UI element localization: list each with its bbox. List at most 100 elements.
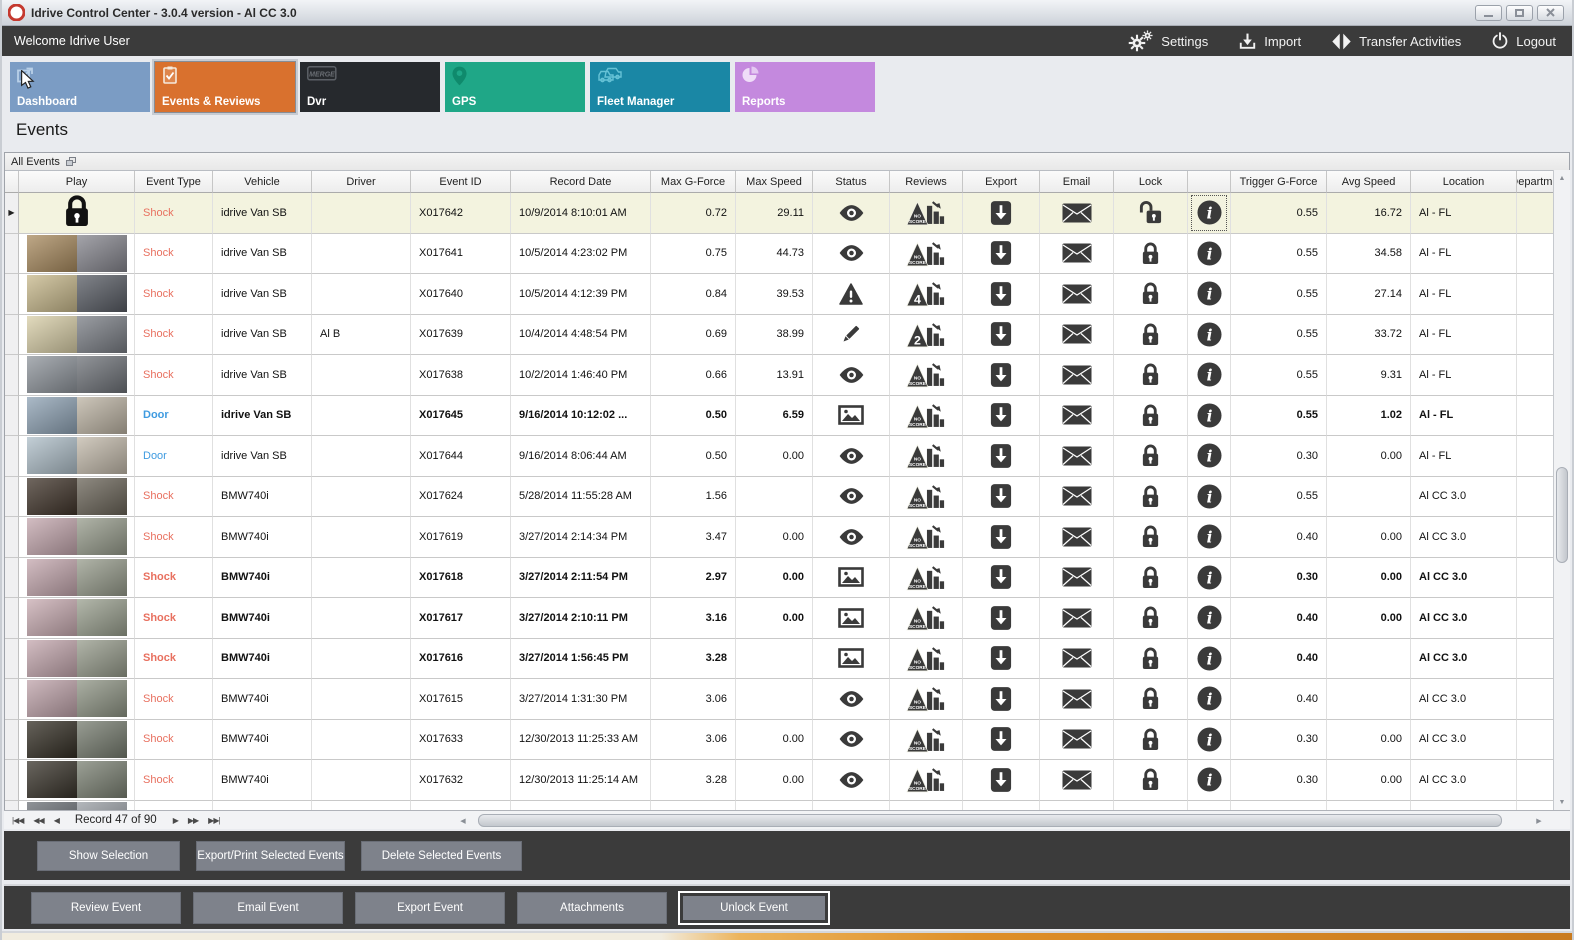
status-cell[interactable] (813, 274, 890, 315)
reviews-cell[interactable]: NO SCORE (890, 517, 963, 558)
event-video-thumbnail[interactable] (26, 356, 127, 394)
export-cell[interactable] (963, 476, 1040, 517)
event-video-thumbnail[interactable] (26, 801, 127, 810)
export-cell[interactable] (963, 436, 1040, 477)
event-row-X017619[interactable]: Shock BMW740i X017619 3/27/2014 2:14:34 PM 3… (5, 517, 1569, 558)
column-header-event-type[interactable]: Event Type (135, 171, 213, 193)
lock-cell[interactable] (1114, 395, 1188, 436)
play-cell[interactable] (19, 476, 135, 517)
email-cell[interactable] (1040, 638, 1114, 679)
status-cell[interactable] (813, 314, 890, 355)
play-cell[interactable] (19, 760, 135, 801)
play-cell[interactable] (19, 436, 135, 477)
horizontal-scroll-thumb[interactable] (478, 814, 1502, 827)
lock-cell[interactable] (1114, 679, 1188, 720)
attachments-button[interactable]: Attachments (517, 891, 667, 924)
event-row-X017633[interactable]: Shock BMW740i X017633 12/30/2013 11:25:33 A… (5, 719, 1569, 760)
info-cell[interactable] (1188, 679, 1231, 720)
export-cell[interactable] (963, 314, 1040, 355)
email-event-button[interactable]: Email Event (193, 891, 343, 924)
scroll-up-icon[interactable]: ▲ (1554, 170, 1570, 186)
show-selection-button[interactable]: Show Selection (37, 840, 180, 871)
event-row-X017645[interactable]: Door idrive Van SB X017645 9/16/2014 10:12:… (5, 395, 1569, 436)
email-cell[interactable] (1040, 395, 1114, 436)
event-row-X017639[interactable]: Shock idrive Van SB Al B X017639 10/4/2014 4… (5, 314, 1569, 355)
play-cell[interactable] (19, 638, 135, 679)
export-cell[interactable] (963, 274, 1040, 315)
play-cell[interactable] (19, 598, 135, 639)
event-video-thumbnail[interactable] (26, 518, 127, 556)
reviews-cell[interactable]: NO SCORE (890, 193, 963, 234)
export-cell[interactable] (963, 719, 1040, 760)
email-cell[interactable] (1040, 557, 1114, 598)
column-header-avg-speed[interactable]: Avg Speed (1327, 171, 1411, 193)
export-cell[interactable] (963, 638, 1040, 679)
lock-cell[interactable] (1114, 598, 1188, 639)
status-cell[interactable] (813, 193, 890, 234)
export-cell[interactable] (963, 557, 1040, 598)
delete-selected-button[interactable]: Delete Selected Events (361, 840, 522, 871)
event-row-X017638[interactable]: Shock idrive Van SB X017638 10/2/2014 1:46:… (5, 355, 1569, 396)
event-video-thumbnail[interactable] (26, 599, 127, 637)
event-video-thumbnail[interactable] (26, 558, 127, 596)
event-video-thumbnail[interactable] (26, 437, 127, 475)
info-cell[interactable] (1188, 557, 1231, 598)
export-cell[interactable] (963, 355, 1040, 396)
lock-cell[interactable] (1114, 638, 1188, 679)
column-header-location[interactable]: Location (1411, 171, 1517, 193)
event-video-thumbnail[interactable] (26, 234, 127, 272)
status-cell[interactable] (813, 679, 890, 720)
scroll-left-icon[interactable]: ◀ (456, 817, 470, 825)
reviews-cell[interactable]: NO SCORE (890, 355, 963, 396)
column-header-event-id[interactable]: Event ID (411, 171, 511, 193)
event-row-X017641[interactable]: Shock idrive Van SB X017641 10/5/2014 4:23:… (5, 233, 1569, 274)
email-cell[interactable] (1040, 719, 1114, 760)
tile-fleet-manager[interactable]: Fleet Manager (590, 62, 730, 112)
restore-panel-icon[interactable] (65, 157, 76, 166)
event-video-thumbnail[interactable] (26, 275, 127, 313)
column-header-reviews[interactable]: Reviews (890, 171, 963, 193)
prev-record-button[interactable]: ◀ (54, 816, 60, 825)
event-video-thumbnail[interactable] (26, 680, 127, 718)
column-header-lock[interactable]: Lock (1114, 171, 1188, 193)
email-cell[interactable] (1040, 679, 1114, 720)
event-video-thumbnail[interactable] (26, 477, 127, 515)
play-cell[interactable] (19, 719, 135, 760)
reviews-cell[interactable]: 4 (890, 274, 963, 315)
tile-events-reviews[interactable]: Events & Reviews (154, 61, 296, 113)
reviews-cell[interactable]: NO SCORE (890, 436, 963, 477)
info-cell[interactable] (1188, 598, 1231, 639)
column-header-info[interactable] (1188, 171, 1231, 193)
email-cell[interactable] (1040, 274, 1114, 315)
tile-reports[interactable]: Reports (735, 62, 875, 112)
reviews-cell[interactable]: NO SCORE (890, 598, 963, 639)
export-cell[interactable] (963, 679, 1040, 720)
vertical-scroll-thumb[interactable] (1556, 467, 1568, 563)
close-button[interactable] (1537, 4, 1564, 21)
status-cell[interactable] (813, 233, 890, 274)
email-cell[interactable] (1040, 760, 1114, 801)
horizontal-scrollbar[interactable]: ◀ ▶ (456, 812, 1546, 829)
reviews-cell[interactable]: NO SCORE (890, 233, 963, 274)
event-video-thumbnail[interactable] (26, 639, 127, 677)
column-header-max-speed[interactable]: Max Speed (736, 171, 813, 193)
scroll-right-icon[interactable]: ▶ (1532, 817, 1546, 825)
event-row-X017642[interactable]: ▶ Shock idrive Van SB X017642 10/9/2014 8:10… (5, 193, 1569, 234)
email-cell[interactable] (1040, 598, 1114, 639)
lock-cell[interactable] (1114, 355, 1188, 396)
play-cell[interactable] (19, 193, 135, 234)
play-cell[interactable] (19, 395, 135, 436)
tile-gps[interactable]: GPS (445, 62, 585, 112)
event-row-X017644[interactable]: Door idrive Van SB X017644 9/16/2014 8:06:4… (5, 436, 1569, 477)
event-video-thumbnail[interactable] (26, 720, 127, 758)
tile-dvr[interactable]: MERGE Dvr (300, 62, 440, 112)
info-cell[interactable] (1188, 476, 1231, 517)
lock-cell[interactable] (1114, 557, 1188, 598)
status-cell[interactable] (813, 395, 890, 436)
first-record-button[interactable]: |◀◀ (12, 816, 24, 825)
locked-event-icon[interactable] (62, 193, 92, 232)
play-cell[interactable] (19, 274, 135, 315)
export-cell[interactable] (963, 598, 1040, 639)
maximize-button[interactable] (1506, 4, 1533, 21)
export-cell[interactable] (963, 395, 1040, 436)
